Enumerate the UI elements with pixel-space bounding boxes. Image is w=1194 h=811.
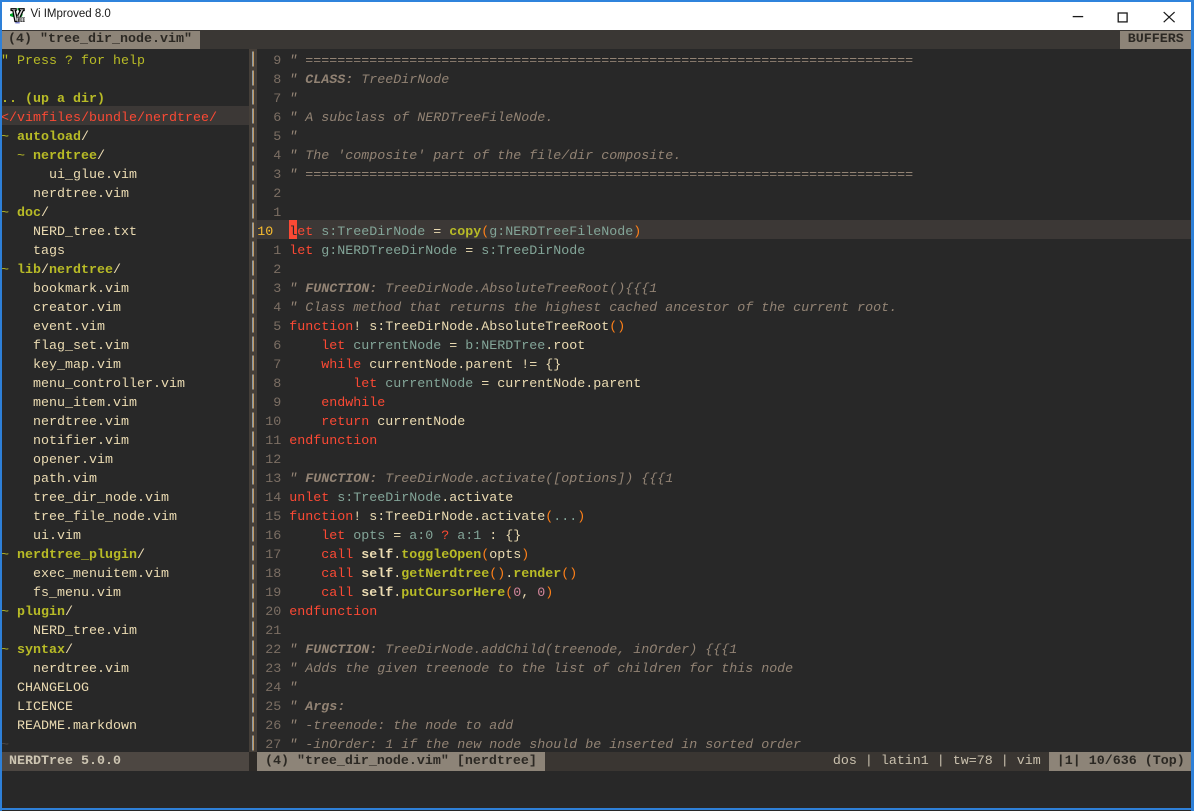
- svg-text:im: im: [16, 15, 24, 24]
